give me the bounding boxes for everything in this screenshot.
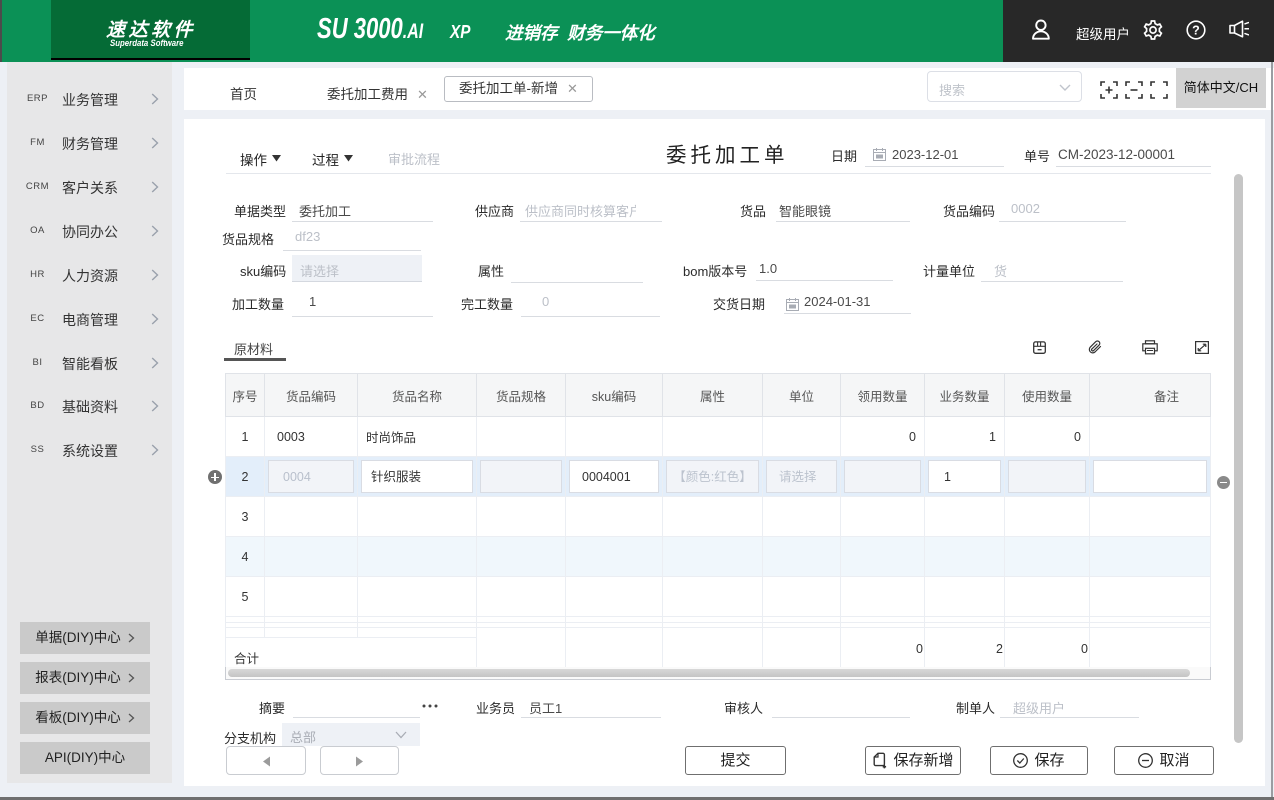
svg-text:?: ? <box>1192 24 1200 38</box>
